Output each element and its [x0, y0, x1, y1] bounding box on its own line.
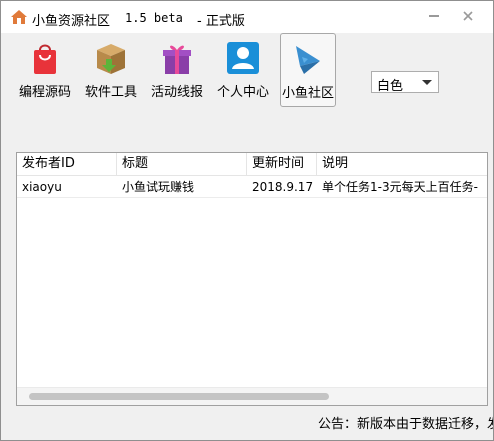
column-header[interactable]: 更新时间	[247, 153, 317, 175]
title-bar[interactable]: 小鱼资源社区 1.5 beta - 正式版	[1, 1, 493, 33]
tool-software[interactable]: 软件工具	[81, 35, 141, 105]
scrollbar-thumb[interactable]	[29, 393, 329, 400]
list-cell: 小鱼试玩赚钱	[122, 180, 195, 194]
close-icon	[463, 11, 473, 21]
minimize-button[interactable]	[421, 7, 447, 27]
app-window: 小鱼资源社区 1.5 beta - 正式版 编程源码 软件工具 活动线报 个人中…	[0, 0, 494, 441]
package-box-icon	[97, 44, 125, 74]
status-notice: 公告：新版本由于数据迁移，发	[318, 417, 493, 432]
horizontal-scrollbar[interactable]	[17, 387, 487, 405]
resource-list[interactable]: 发布者ID 标题 更新时间 说明 xiaoyu 小鱼试玩赚钱 2018.9.17…	[16, 152, 488, 406]
tool-activities[interactable]: 活动线报	[147, 35, 207, 105]
tool-label: 个人中心	[216, 85, 269, 100]
gift-box-icon	[163, 45, 191, 74]
window-title: 小鱼资源社区	[32, 14, 111, 29]
minimize-icon	[429, 15, 439, 17]
tool-community[interactable]: 小鱼社区	[280, 33, 336, 107]
theme-select-value: 白色	[377, 79, 404, 94]
tool-label: 小鱼社区	[281, 86, 334, 101]
column-header[interactable]: 说明	[317, 153, 487, 175]
chevron-down-icon	[422, 80, 432, 85]
house-icon	[11, 10, 27, 24]
tool-label: 编程源码	[18, 85, 71, 100]
theme-select[interactable]: 白色	[371, 71, 439, 94]
tool-label: 活动线报	[150, 85, 203, 100]
user-profile-icon	[227, 42, 259, 74]
shopping-bag-icon	[34, 44, 56, 74]
version-label: 1.5 beta	[125, 11, 183, 25]
close-button[interactable]	[455, 7, 481, 27]
edition-label: - 正式版	[197, 14, 245, 29]
list-cell: 单个任务1-3元每天上百任务-	[322, 180, 478, 194]
tool-label: 软件工具	[84, 85, 137, 100]
list-cell: xiaoyu	[22, 180, 62, 194]
tool-user-center[interactable]: 个人中心	[213, 35, 273, 105]
tool-source-code[interactable]: 编程源码	[15, 35, 75, 105]
list-cell: 2018.9.17	[252, 180, 314, 194]
fish-icon	[296, 46, 320, 74]
column-header[interactable]: 发布者ID	[17, 153, 117, 175]
column-header[interactable]: 标题	[117, 153, 247, 175]
list-item[interactable]: xiaoyu 小鱼试玩赚钱 2018.9.17 单个任务1-3元每天上百任务-	[17, 177, 487, 198]
list-header: 发布者ID 标题 更新时间 说明	[17, 153, 487, 176]
